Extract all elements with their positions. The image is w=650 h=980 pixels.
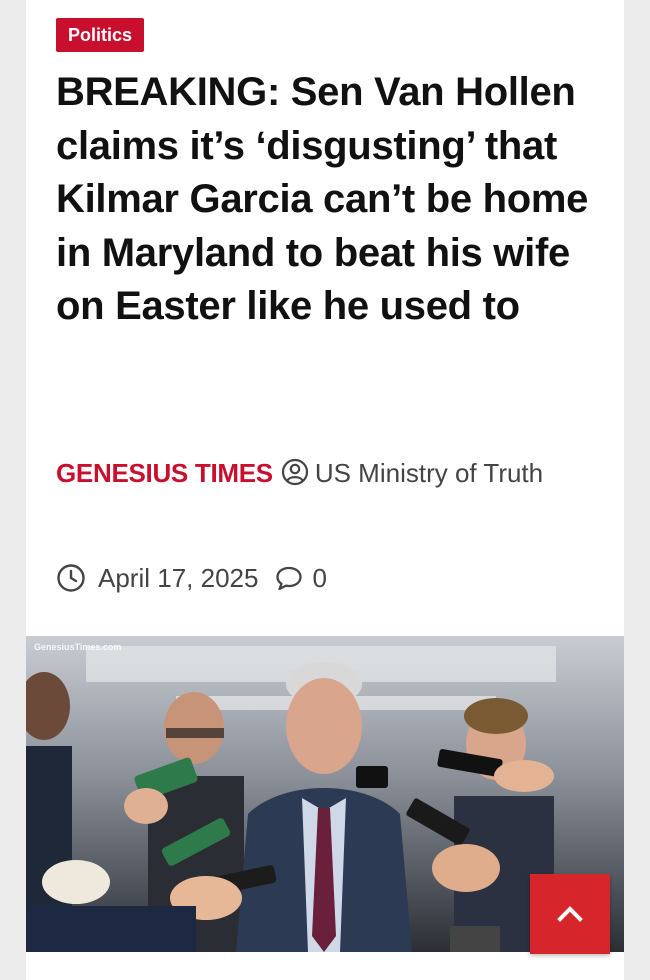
author-name[interactable]: US Ministry of Truth — [315, 458, 543, 488]
clock-icon — [57, 564, 85, 592]
article-headline: BREAKING: Sen Van Hollen claims it’s ‘di… — [56, 70, 589, 328]
user-circle-icon — [281, 458, 308, 486]
comment-count[interactable]: 0 — [312, 560, 326, 596]
photo-watermark: GenesiusTimes.com — [34, 642, 122, 652]
source-name[interactable]: GENESIUS TIMES — [56, 458, 273, 488]
category-badge[interactable]: Politics — [56, 18, 145, 52]
article-meta: April 17, 2025 0 — [56, 560, 327, 596]
publish-date: April 17, 2025 — [98, 563, 259, 593]
comment-bubble-icon[interactable] — [274, 563, 304, 593]
article-byline: GENESIUS TIMES US Ministry of Truth — [56, 448, 596, 498]
chevron-up-icon — [557, 906, 583, 922]
scroll-to-top-button[interactable] — [530, 874, 610, 954]
